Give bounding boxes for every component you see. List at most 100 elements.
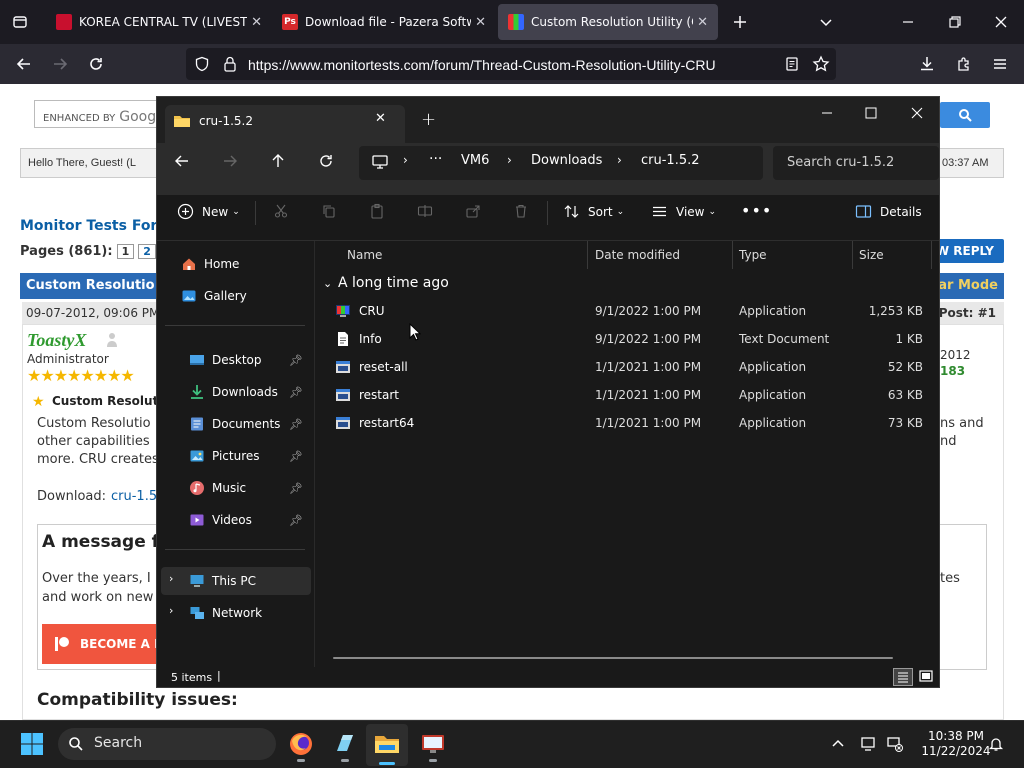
- file-row[interactable]: reset-all 1/1/2021 1:00 PM Application 5…: [317, 353, 939, 381]
- nav-item-desktop[interactable]: Desktop 📌︎: [189, 347, 309, 373]
- tiles-view-toggle-icon[interactable]: [917, 668, 937, 686]
- minimize-window-icon[interactable]: [896, 10, 920, 34]
- post-author-name[interactable]: ToastyX: [27, 330, 86, 351]
- file-row[interactable]: CRU 9/1/2022 1:00 PM Application 1,253 K…: [317, 297, 939, 325]
- column-date-modified[interactable]: Date modified: [595, 248, 680, 262]
- close-explorer-tab-icon[interactable]: ✕: [375, 111, 386, 126]
- new-explorer-tab-button[interactable]: +: [421, 109, 436, 130]
- browser-tab-cru[interactable]: Custom Resolution Utility (CRU ✕: [498, 4, 718, 40]
- more-options-icon[interactable]: •••: [741, 201, 772, 220]
- display-settings-icon[interactable]: [860, 736, 878, 752]
- extensions-puzzle-icon[interactable]: [955, 55, 973, 73]
- taskbar-search-box[interactable]: Search: [58, 728, 276, 760]
- breadcrumb-downloads[interactable]: Downloads: [531, 153, 602, 168]
- start-windows-icon[interactable]: [20, 732, 44, 756]
- nav-item-home[interactable]: Home: [181, 251, 239, 277]
- file-explorer-taskbar-button[interactable]: [366, 724, 408, 766]
- url-text[interactable]: https://www.monitortests.com/forum/Threa…: [248, 57, 716, 73]
- explorer-back-icon[interactable]: [173, 152, 191, 170]
- show-hidden-icons-chevron-icon[interactable]: [830, 736, 846, 752]
- tab-list-icon[interactable]: [8, 10, 32, 34]
- paste-icon[interactable]: [369, 203, 385, 219]
- list-all-tabs-chevron-icon[interactable]: [814, 10, 838, 34]
- close-tab-icon[interactable]: ✕: [475, 15, 486, 30]
- browser-tab-pazera[interactable]: Ps Download file - Pazera Software ✕: [272, 4, 496, 40]
- expand-chevron-icon[interactable]: ›: [169, 572, 173, 585]
- column-size[interactable]: Size: [859, 248, 884, 262]
- share-icon[interactable]: [465, 203, 481, 219]
- breadcrumb-overflow-icon[interactable]: ···: [429, 151, 442, 167]
- nav-item-videos[interactable]: Videos 📌︎: [189, 507, 309, 533]
- page-link[interactable]: 2: [138, 244, 156, 259]
- become-patron-button[interactable]: BECOME A I: [42, 624, 162, 664]
- group-header[interactable]: A long time ago: [338, 275, 449, 291]
- taskbar-clock[interactable]: 10:38 PM 11/22/2024: [918, 729, 994, 759]
- column-divider[interactable]: [852, 241, 853, 269]
- tracking-protection-shield-icon[interactable]: [194, 56, 210, 72]
- delete-trash-icon[interactable]: [513, 203, 529, 219]
- lock-icon[interactable]: [222, 55, 238, 73]
- file-row[interactable]: restart 1/1/2021 1:00 PM Application 63 …: [317, 381, 939, 409]
- hamburger-menu-icon[interactable]: [991, 55, 1009, 73]
- bookmark-star-icon[interactable]: [812, 55, 830, 73]
- nav-item-music[interactable]: Music 📌︎: [189, 475, 309, 501]
- close-tab-icon[interactable]: ✕: [697, 15, 708, 30]
- column-divider[interactable]: [587, 241, 588, 269]
- page-link[interactable]: 1: [116, 244, 135, 259]
- new-button[interactable]: New ⌄: [177, 203, 240, 220]
- new-tab-button[interactable]: [728, 10, 752, 34]
- group-collapse-chevron-icon[interactable]: ⌄: [323, 277, 332, 290]
- nav-item-documents[interactable]: Documents 📌︎: [189, 411, 309, 437]
- explorer-close-icon[interactable]: [909, 105, 925, 121]
- google-custom-search-box[interactable]: ENHANCED BY Goog: [34, 100, 164, 128]
- network-disconnected-icon[interactable]: [886, 736, 904, 752]
- explorer-forward-icon[interactable]: [221, 152, 239, 170]
- back-arrow-icon[interactable]: [12, 52, 36, 76]
- details-pane-button[interactable]: Details: [855, 203, 922, 220]
- forum-breadcrumb-link[interactable]: Monitor Tests Foru: [20, 218, 167, 234]
- column-type[interactable]: Type: [739, 248, 767, 262]
- firefox-taskbar-icon[interactable]: [288, 731, 314, 762]
- post-number[interactable]: Post: #1: [939, 306, 996, 320]
- expand-chevron-icon[interactable]: ›: [169, 604, 173, 617]
- breadcrumb-cru-folder[interactable]: cru-1.5.2: [641, 153, 700, 168]
- close-window-icon[interactable]: [989, 10, 1013, 34]
- explorer-maximize-icon[interactable]: [863, 105, 879, 121]
- nav-item-downloads[interactable]: Downloads 📌︎: [189, 379, 309, 405]
- column-name[interactable]: Name: [347, 248, 382, 262]
- ie-mode-taskbar-icon[interactable]: [332, 731, 358, 762]
- column-divider[interactable]: [732, 241, 733, 269]
- nav-item-this-pc[interactable]: This PC: [189, 568, 256, 594]
- explorer-up-icon[interactable]: [269, 152, 287, 170]
- remote-desktop-taskbar-icon[interactable]: [420, 731, 446, 762]
- reputation-count[interactable]: 183: [940, 364, 965, 378]
- new-reply-button[interactable]: W REPLY: [930, 239, 1004, 263]
- file-row[interactable]: restart64 1/1/2021 1:00 PM Application 7…: [317, 409, 939, 437]
- reader-view-icon[interactable]: [784, 56, 800, 72]
- sort-button[interactable]: Sort ⌄: [563, 203, 624, 220]
- explorer-minimize-icon[interactable]: [819, 105, 835, 121]
- nav-item-pictures[interactable]: Pictures 📌︎: [189, 443, 309, 469]
- forward-arrow-icon[interactable]: [48, 52, 72, 76]
- nav-item-gallery[interactable]: Gallery: [181, 283, 247, 309]
- browser-tab-korea-tv[interactable]: KOREA CENTRAL TV (LIVESTREA ✕: [46, 4, 272, 40]
- download-link[interactable]: cru-1.5: [111, 489, 157, 504]
- horizontal-scrollbar[interactable]: [333, 657, 893, 659]
- cut-icon[interactable]: [273, 203, 289, 219]
- close-tab-icon[interactable]: ✕: [251, 15, 262, 30]
- reload-icon[interactable]: [84, 52, 108, 76]
- nav-item-network[interactable]: Network: [189, 600, 262, 626]
- restore-window-icon[interactable]: [943, 10, 967, 34]
- column-divider[interactable]: [931, 241, 932, 269]
- notification-bell-icon[interactable]: [988, 736, 1004, 752]
- downloads-icon[interactable]: [918, 55, 936, 73]
- breadcrumb-vm6[interactable]: VM6: [461, 153, 489, 168]
- explorer-search-input[interactable]: Search cru-1.5.2: [773, 146, 939, 180]
- explorer-refresh-icon[interactable]: [317, 152, 335, 170]
- search-submit-button[interactable]: [940, 102, 990, 128]
- details-view-toggle-icon[interactable]: [893, 668, 913, 686]
- this-pc-monitor-icon[interactable]: [371, 154, 389, 170]
- copy-icon[interactable]: [321, 203, 337, 219]
- view-button[interactable]: View ⌄: [651, 203, 716, 220]
- rename-icon[interactable]: [417, 203, 433, 219]
